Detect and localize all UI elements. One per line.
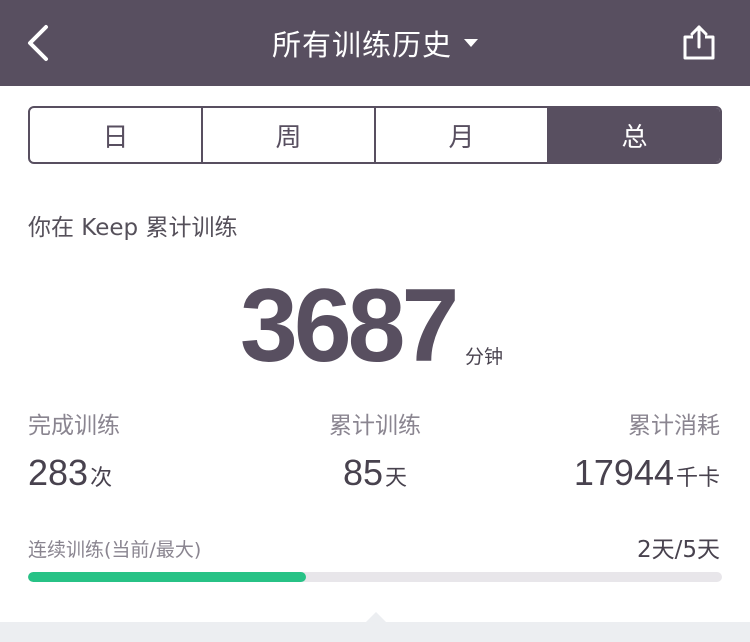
segment-day[interactable]: 日 [30,108,203,162]
stat-value: 17944千卡 [573,452,720,493]
streak-label: 连续训练(当前/最大) [28,539,202,561]
stat-unit: 次 [90,466,113,491]
caret-down-icon[interactable] [464,39,478,47]
pointer-notch [366,612,386,622]
streak-value: 2天/5天 [636,537,720,563]
stat-completed-workouts: 完成训练 283次 [28,406,120,494]
bottom-section-divider [0,622,750,642]
total-minutes-block: 3687 分钟 [0,268,750,388]
streak-progress-fill [28,572,306,582]
stat-calories: 累计消耗 17944千卡 [574,406,720,494]
stat-value: 85天 [342,452,408,493]
stat-value: 283次 [28,452,113,493]
total-minutes-unit: 分钟 [465,346,504,368]
segment-month[interactable]: 月 [376,108,549,162]
stat-training-days: 累计训练 85天 [275,406,475,494]
stat-label: 累计训练 [329,413,421,439]
page-title[interactable]: 所有训练历史 [272,22,452,64]
summary-subtitle: 你在 Keep 累计训练 [28,215,238,241]
header-bar: 所有训练历史 [0,0,750,86]
period-segmented-control: 日 周 月 总 [28,106,722,164]
stat-label: 累计消耗 [628,413,720,439]
segment-total[interactable]: 总 [549,108,720,162]
streak-progress-bar [28,572,722,582]
share-icon[interactable] [682,24,716,60]
stat-unit: 天 [385,466,408,491]
stat-label: 完成训练 [28,413,120,439]
segment-week[interactable]: 周 [203,108,376,162]
stat-unit: 千卡 [675,466,720,491]
total-minutes-value: 3687 [240,268,459,384]
title-dropdown[interactable]: 所有训练历史 [0,0,750,86]
